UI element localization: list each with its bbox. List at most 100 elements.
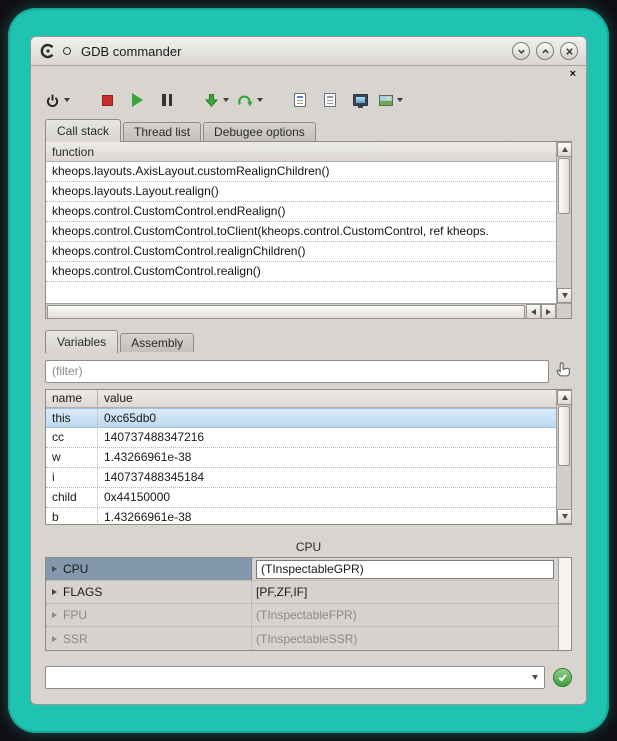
dock-header: × xyxy=(31,66,586,82)
power-icon xyxy=(45,93,60,108)
variable-value: 140737488345184 xyxy=(98,468,556,487)
scroll-track[interactable] xyxy=(557,467,571,509)
menu-dot-icon[interactable] xyxy=(63,47,71,55)
callstack-row[interactable]: kheops.control.CustomControl.endRealign(… xyxy=(46,202,556,222)
cpu-row-name-cell[interactable]: FLAGS xyxy=(46,581,252,603)
variable-value: 0xc65db0 xyxy=(98,409,556,427)
callstack-row[interactable]: kheops.layouts.Layout.realign() xyxy=(46,182,556,202)
cpu-row-value-cell[interactable]: (TInspectableSSR) xyxy=(252,627,558,650)
cpu-row[interactable]: CPU (TInspectableGPR) xyxy=(46,558,558,581)
callstack-row[interactable]: kheops.control.CustomControl.realign() xyxy=(46,262,556,282)
variable-value: 0x44150000 xyxy=(98,488,556,507)
close-button[interactable] xyxy=(560,42,578,60)
window-frame: GDB commander × xyxy=(8,8,609,733)
combo-dropdown-button[interactable] xyxy=(526,675,544,680)
callstack-vscrollbar[interactable] xyxy=(556,142,571,303)
scroll-right-button[interactable] xyxy=(541,304,556,319)
variable-value: 1.43266961e-38 xyxy=(98,508,556,524)
stop-button[interactable] xyxy=(94,87,120,113)
monitor-icon xyxy=(353,94,368,106)
pause-button[interactable] xyxy=(154,87,180,113)
tab-thread-list[interactable]: Thread list xyxy=(123,122,201,141)
callstack-panel: function kheops.layouts.AxisLayout.custo… xyxy=(45,141,572,319)
debug-toolbar xyxy=(31,82,586,118)
scroll-thumb[interactable] xyxy=(47,305,525,319)
tab-variables[interactable]: Variables xyxy=(45,330,118,353)
cpu-row-label: FPU xyxy=(63,608,87,622)
callstack-row[interactable]: kheops.layouts.AxisLayout.customRealignC… xyxy=(46,162,556,182)
minimize-button[interactable] xyxy=(512,42,530,60)
scroll-corner xyxy=(556,303,571,318)
variable-row[interactable]: cc 140737488347216 xyxy=(46,428,556,448)
variable-value: 1.43266961e-38 xyxy=(98,448,556,467)
power-button[interactable] xyxy=(43,87,72,113)
cpu-row-name-cell[interactable]: CPU xyxy=(46,558,252,580)
scroll-down-button[interactable] xyxy=(557,288,572,303)
cpu-table: CPU (TInspectableGPR) FLAGS [PF,ZF,IF] xyxy=(45,557,572,651)
dock-close-icon[interactable]: × xyxy=(570,69,576,79)
tab-debugee-options[interactable]: Debugee options xyxy=(203,122,316,141)
cpu-row-value-cell[interactable]: (TInspectableGPR) xyxy=(252,558,558,580)
stop-icon xyxy=(102,95,113,106)
dock-content: Call stack Thread list Debugee options f… xyxy=(31,118,586,704)
command-combobox[interactable] xyxy=(45,666,545,689)
variable-row[interactable]: i 140737488345184 xyxy=(46,468,556,488)
cpu-row-value-cell[interactable]: [PF,ZF,IF] xyxy=(252,581,558,603)
scroll-left-button[interactable] xyxy=(526,304,541,319)
gdb-commander-window: GDB commander × xyxy=(30,36,587,705)
variable-row[interactable]: b 1.43266961e-38 xyxy=(46,508,556,524)
variables-tabbar: Variables Assembly xyxy=(45,329,572,352)
cpu-row[interactable]: SSR (TInspectableSSR) xyxy=(46,627,558,650)
expander-icon[interactable] xyxy=(52,589,57,595)
callstack-tabbar: Call stack Thread list Debugee options xyxy=(45,118,572,141)
scroll-down-button[interactable] xyxy=(557,509,572,524)
cpu-row-name-cell[interactable]: FPU xyxy=(46,604,252,626)
callstack-column-header[interactable]: function xyxy=(46,142,556,162)
cpu-row-value-cell[interactable]: (TInspectableFPR) xyxy=(252,604,558,626)
column-name[interactable]: name xyxy=(46,390,98,407)
step-into-button[interactable] xyxy=(202,87,231,113)
scroll-up-button[interactable] xyxy=(557,142,572,157)
column-value[interactable]: value xyxy=(98,390,556,407)
scroll-thumb[interactable] xyxy=(558,406,570,466)
image-button[interactable] xyxy=(377,87,405,113)
cpu-row[interactable]: FPU (TInspectableFPR) xyxy=(46,604,558,627)
scroll-thumb[interactable] xyxy=(558,158,570,214)
cpu-scroll-track[interactable] xyxy=(558,558,571,650)
document-icon xyxy=(294,93,306,107)
expander-icon[interactable] xyxy=(52,636,57,642)
expander-icon[interactable] xyxy=(52,566,57,572)
callstack-row[interactable]: kheops.control.CustomControl.toClient(kh… xyxy=(46,222,556,242)
callstack-row[interactable]: kheops.control.CustomControl.realignChil… xyxy=(46,242,556,262)
cpu-inspector: CPU CPU (TInspectableGPR) xyxy=(45,537,572,651)
cpu-value-editor[interactable]: (TInspectableGPR) xyxy=(256,560,554,579)
expander-icon[interactable] xyxy=(52,612,57,618)
cpu-row-name-cell[interactable]: SSR xyxy=(46,627,252,650)
scroll-track[interactable] xyxy=(557,215,571,288)
filter-hand-icon[interactable] xyxy=(555,361,572,381)
tab-call-stack[interactable]: Call stack xyxy=(45,119,121,142)
variables-vscrollbar[interactable] xyxy=(556,390,571,524)
variable-name: cc xyxy=(46,428,98,447)
variables-rows: this 0xc65db0 cc 140737488347216 w 1.432… xyxy=(46,408,556,524)
filter-row xyxy=(45,359,572,383)
run-button[interactable] xyxy=(124,87,150,113)
scroll-up-button[interactable] xyxy=(557,390,572,405)
cpu-row[interactable]: FLAGS [PF,ZF,IF] xyxy=(46,581,558,604)
maximize-button[interactable] xyxy=(536,42,554,60)
variable-name: this xyxy=(46,409,98,427)
monitor-button[interactable] xyxy=(347,87,373,113)
variable-row[interactable]: child 0x44150000 xyxy=(46,488,556,508)
ok-button[interactable] xyxy=(553,668,572,687)
tab-assembly[interactable]: Assembly xyxy=(120,333,194,352)
filter-input[interactable] xyxy=(45,360,549,383)
variable-row[interactable]: this 0xc65db0 xyxy=(46,408,556,428)
variable-row[interactable]: w 1.43266961e-38 xyxy=(46,448,556,468)
step-over-button[interactable] xyxy=(235,87,265,113)
cpu-panel-title: CPU xyxy=(45,537,572,557)
list-button[interactable] xyxy=(317,87,343,113)
document-button[interactable] xyxy=(287,87,313,113)
titlebar: GDB commander xyxy=(31,37,586,66)
callstack-hscrollbar[interactable] xyxy=(46,303,556,318)
command-input[interactable] xyxy=(46,667,526,688)
